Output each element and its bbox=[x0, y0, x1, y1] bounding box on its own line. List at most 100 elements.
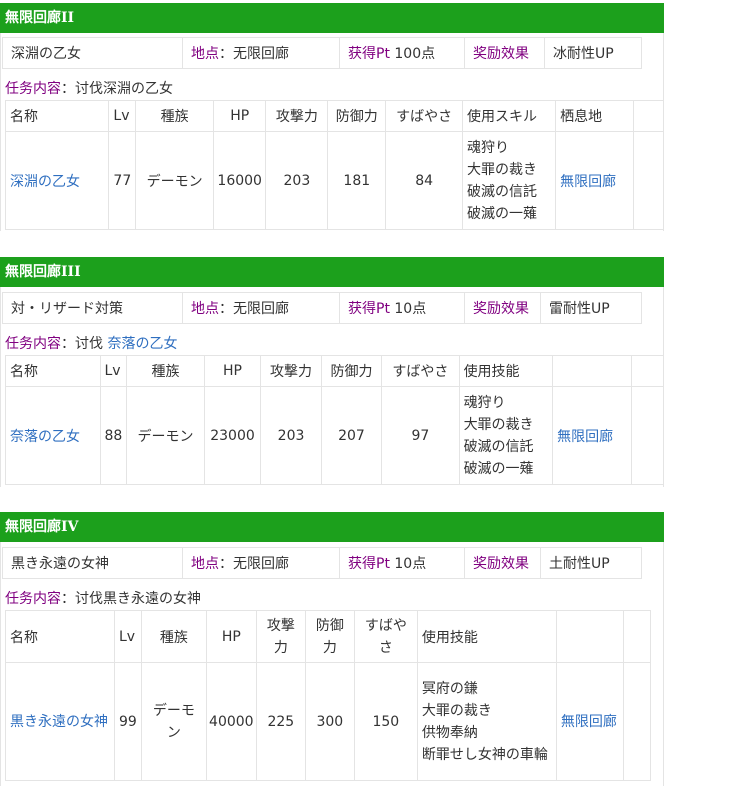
skill-item: 供物奉納 bbox=[421, 724, 478, 741]
table-header-row: 名称 Lv 種族 HP 攻撃 力 防御 力 すばや さ 使用技能 bbox=[5, 610, 651, 663]
habitat-link[interactable]: 無限回廊 bbox=[555, 662, 624, 781]
monster-def: 207 bbox=[320, 386, 383, 485]
header-def: 防御力 bbox=[320, 355, 383, 387]
header-atk: 攻撃力 bbox=[260, 355, 322, 387]
table-row: 深淵の乙女 77 デーモン 16000 203 181 84 魂狩り 大罪の裁き… bbox=[4, 131, 664, 230]
target-name: 対・リザード対策 bbox=[2, 292, 183, 324]
reward-label: 奖励效果 bbox=[464, 292, 541, 324]
header-atk: 攻撃 力 bbox=[255, 610, 306, 663]
monster-spd: 150 bbox=[353, 662, 418, 781]
header-hp: HP bbox=[212, 100, 267, 132]
points-label: 获得Pt bbox=[348, 301, 390, 317]
header-hp: HP bbox=[205, 610, 257, 663]
location-value: ：无限回廊 bbox=[219, 46, 289, 62]
skill-item: 冥府の鎌 bbox=[421, 680, 478, 697]
header-lv: Lv bbox=[114, 610, 142, 663]
row-empty bbox=[633, 131, 664, 230]
mission-line: 任务内容：讨伐黒き永遠の女神 bbox=[5, 588, 201, 610]
reward-value: 冰耐性UP bbox=[544, 37, 642, 69]
header-def: 防御 力 bbox=[304, 610, 355, 663]
table-header-row: 名称 Lv 種族 HP 攻撃力 防御力 すばやさ 使用技能 bbox=[5, 355, 665, 387]
header-name: 名称 bbox=[4, 100, 110, 132]
monster-race: デーモン bbox=[135, 131, 214, 230]
header-lv: Lv bbox=[99, 355, 128, 387]
header-race: 種族 bbox=[140, 610, 207, 663]
mission-label: 任务内容 bbox=[5, 591, 61, 607]
quest-info-table: 深淵の乙女 地点：无限回廊 获得Pt 100点 奖励效果 冰耐性UP bbox=[2, 37, 642, 69]
monster-hp: 23000 bbox=[203, 386, 262, 485]
header-name: 名称 bbox=[5, 355, 101, 387]
location-cell: 地点：无限回廊 bbox=[182, 37, 340, 69]
points-cell: 获得Pt 100点 bbox=[339, 37, 465, 69]
header-hp: HP bbox=[203, 355, 262, 387]
mission-text: ：讨伐黒き永遠の女神 bbox=[61, 591, 201, 607]
monster-hp: 40000 bbox=[205, 662, 257, 781]
header-atk: 攻撃力 bbox=[265, 100, 329, 132]
header-race: 種族 bbox=[126, 355, 205, 387]
skill-item: 大罪の裁き bbox=[467, 161, 538, 178]
mission-text: ：讨伐深淵の乙女 bbox=[61, 81, 173, 97]
table-header-row: 名称 Lv 種族 HP 攻撃力 防御力 すばやさ 使用スキル 栖息地 bbox=[4, 100, 664, 132]
reward-label: 奖励效果 bbox=[464, 37, 545, 69]
monster-skills: 魂狩り 大罪の裁き 破滅の信託 破滅の一薙 bbox=[458, 386, 554, 485]
skill-item: 破滅の一薙 bbox=[463, 460, 534, 477]
section-title: 無限回廊IV bbox=[0, 512, 664, 542]
section-title: 無限回廊III bbox=[0, 257, 664, 287]
skill-item: 大罪の裁き bbox=[463, 416, 534, 433]
monster-table: 名称 Lv 種族 HP 攻撃力 防御力 すばやさ 使用スキル 栖息地 深淵の乙女… bbox=[4, 100, 664, 230]
monster-name-link[interactable]: 黒き永遠の女神 bbox=[5, 662, 115, 781]
header-race: 種族 bbox=[135, 100, 214, 132]
reward-value: 土耐性UP bbox=[540, 547, 642, 579]
habitat-link[interactable]: 無限回廊 bbox=[552, 386, 632, 485]
skill-item: 大罪の裁き bbox=[421, 702, 492, 719]
header-empty bbox=[622, 610, 651, 663]
reward-value: 雷耐性UP bbox=[540, 292, 642, 324]
monster-skills: 魂狩り 大罪の裁き 破滅の信託 破滅の一薙 bbox=[462, 131, 557, 230]
skill-item: 破滅の信託 bbox=[467, 183, 538, 200]
mission-text: ：讨伐 bbox=[61, 336, 108, 352]
monster-lv: 77 bbox=[108, 131, 137, 230]
monster-table: 名称 Lv 種族 HP 攻撃 力 防御 力 すばや さ 使用技能 黒き永遠の女神… bbox=[5, 610, 651, 781]
location-value: ：无限回廊 bbox=[219, 556, 289, 572]
monster-def: 181 bbox=[327, 131, 387, 230]
points-label: 获得Pt bbox=[348, 46, 390, 62]
monster-lv: 99 bbox=[114, 662, 142, 781]
header-habitat bbox=[555, 610, 624, 663]
points-value: 10点 bbox=[389, 556, 427, 572]
location-label: 地点 bbox=[191, 46, 219, 62]
quest-info-table: 対・リザード対策 地点：无限回廊 获得Pt 10点 奖励效果 雷耐性UP bbox=[2, 292, 642, 324]
header-empty bbox=[633, 100, 664, 132]
mission-target-link[interactable]: 奈落の乙女 bbox=[107, 336, 177, 352]
header-skills: 使用技能 bbox=[458, 355, 554, 387]
header-spd: すばや さ bbox=[353, 610, 418, 663]
header-skills: 使用スキル bbox=[462, 100, 557, 132]
monster-race: デーモン bbox=[140, 662, 207, 781]
skill-item: 破滅の信託 bbox=[463, 438, 534, 455]
mission-label: 任务内容 bbox=[5, 336, 61, 352]
monster-spd: 84 bbox=[385, 131, 464, 230]
target-name: 黒き永遠の女神 bbox=[2, 547, 183, 579]
row-empty bbox=[630, 386, 665, 485]
monster-race: デーモン bbox=[126, 386, 205, 485]
header-def: 防御力 bbox=[327, 100, 387, 132]
habitat-link[interactable]: 無限回廊 bbox=[555, 131, 635, 230]
skill-item: 魂狩り bbox=[467, 139, 510, 156]
monster-atk: 203 bbox=[265, 131, 329, 230]
location-cell: 地点：无限回廊 bbox=[182, 292, 340, 324]
monster-name-link[interactable]: 深淵の乙女 bbox=[4, 131, 110, 230]
header-habitat: 栖息地 bbox=[555, 100, 635, 132]
skill-item: 破滅の一薙 bbox=[467, 205, 538, 222]
reward-label: 奖励效果 bbox=[464, 547, 541, 579]
monster-hp: 16000 bbox=[212, 131, 267, 230]
table-row: 奈落の乙女 88 デーモン 23000 203 207 97 魂狩り 大罪の裁き… bbox=[5, 386, 665, 485]
points-value: 10点 bbox=[389, 301, 427, 317]
skill-item: 魂狩り bbox=[463, 394, 506, 411]
monster-spd: 97 bbox=[381, 386, 460, 485]
header-lv: Lv bbox=[108, 100, 137, 132]
mission-line: 任务内容：讨伐 奈落の乙女 bbox=[5, 333, 177, 355]
header-empty bbox=[630, 355, 665, 387]
monster-name-link[interactable]: 奈落の乙女 bbox=[5, 386, 101, 485]
points-value: 100点 bbox=[389, 46, 436, 62]
points-label: 获得Pt bbox=[348, 556, 390, 572]
skill-item: 断罪せし女神の車輪 bbox=[421, 746, 548, 763]
